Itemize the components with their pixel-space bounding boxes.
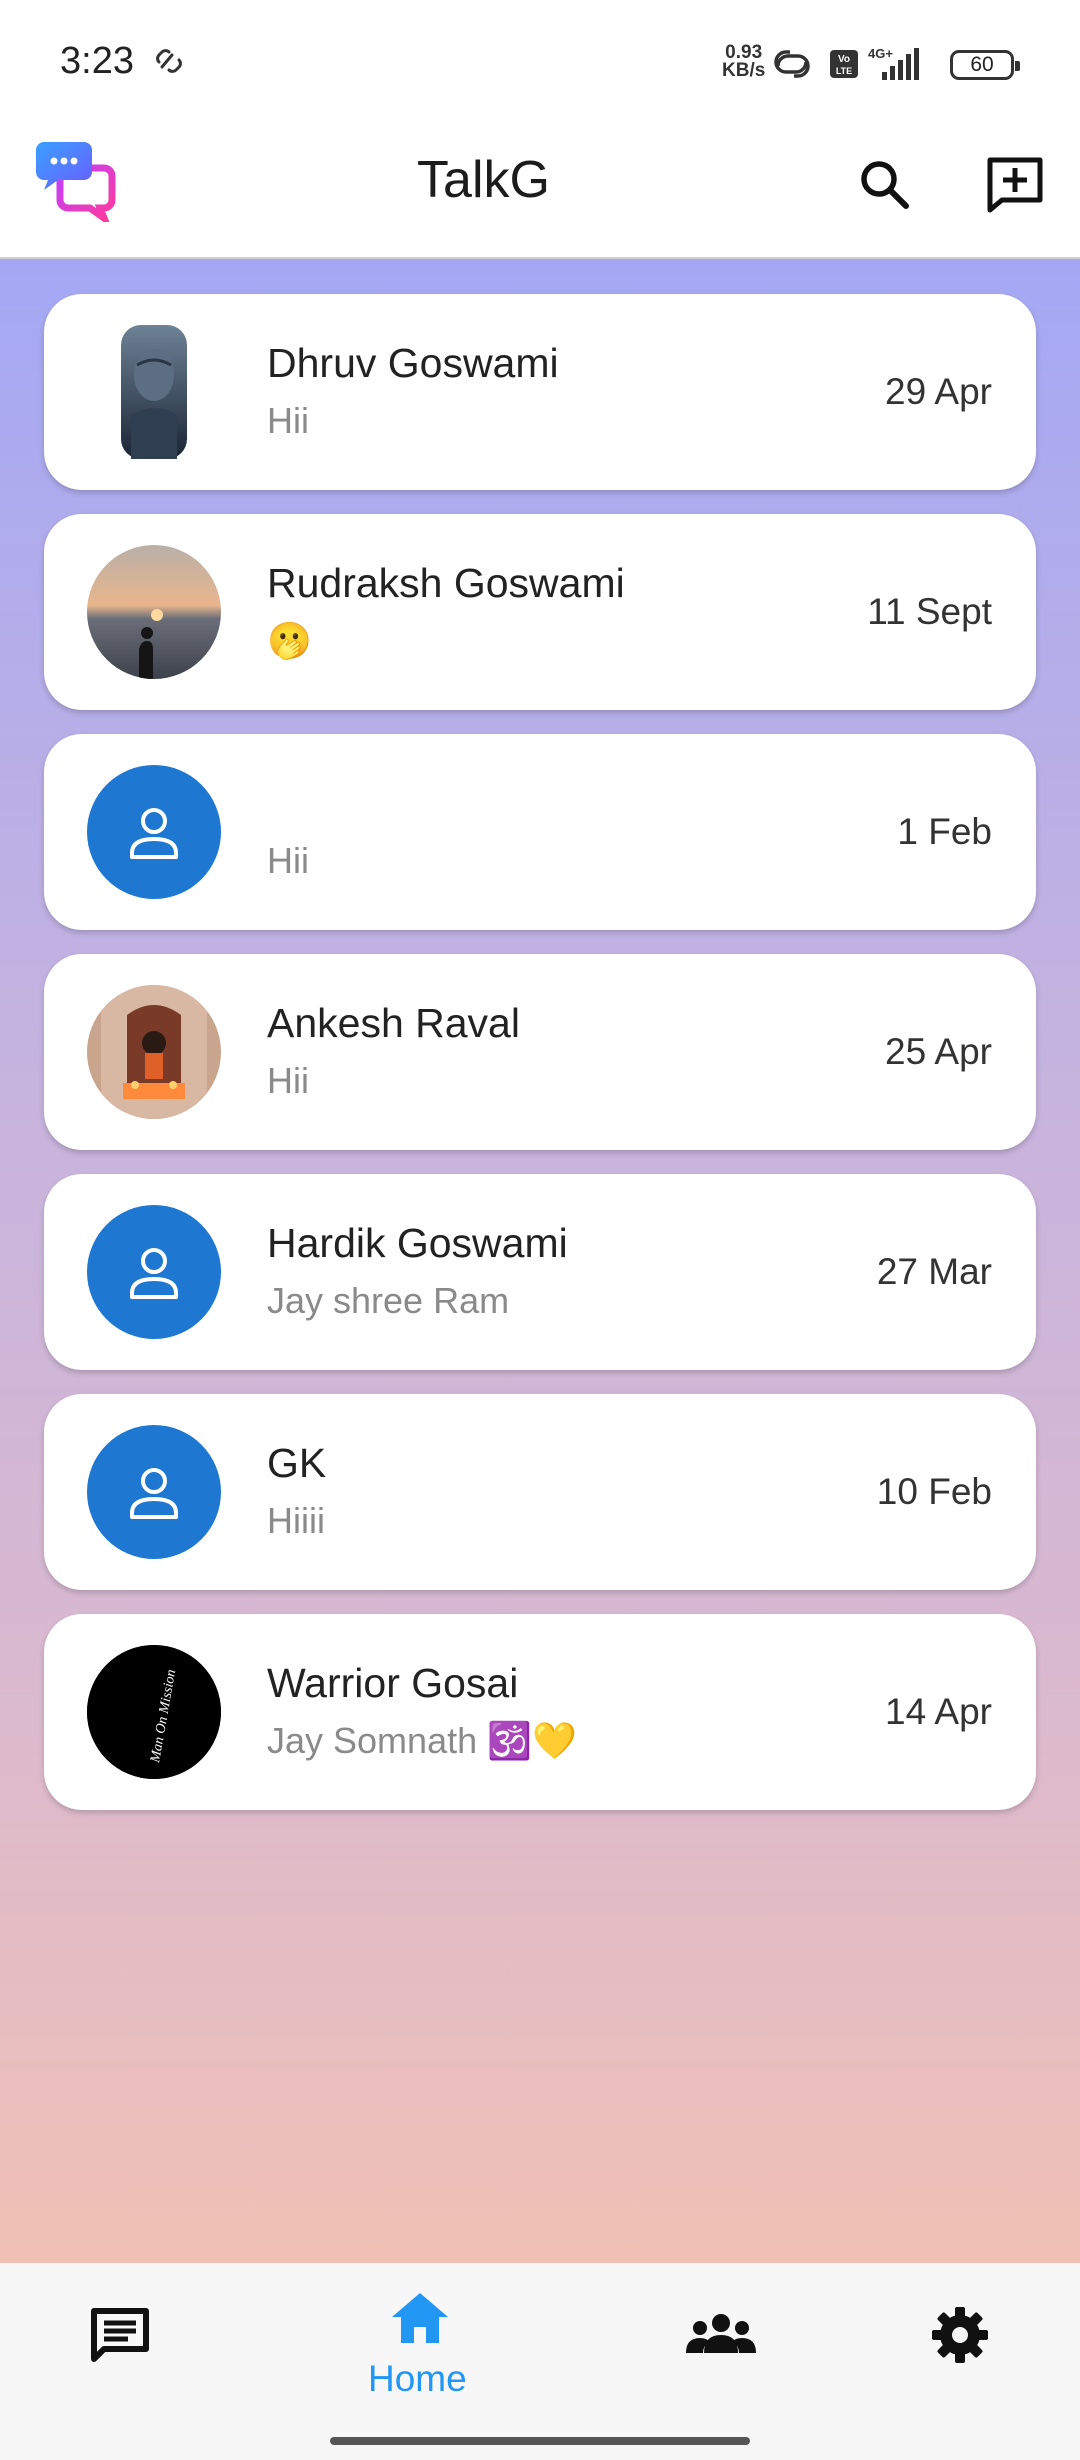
chat-item[interactable]: Man On Mission Warrior Gosai Jay Somnath… — [44, 1614, 1036, 1810]
nav-home[interactable] — [388, 2289, 452, 2352]
shiva-photo-icon — [121, 325, 187, 459]
chat-item[interactable]: Hii 1 Feb — [44, 734, 1036, 930]
person-icon — [130, 808, 178, 859]
bottom-navigation: Home — [0, 2263, 1080, 2460]
avatar — [87, 1425, 221, 1559]
network-speed: 0.93 KB/s — [722, 43, 766, 81]
last-message: 🫢 — [267, 620, 312, 661]
message-date: 1 Feb — [897, 811, 992, 852]
hotspot-icon — [774, 50, 810, 78]
sunset-photo-icon — [87, 545, 221, 679]
last-message: Hii — [267, 1060, 309, 1101]
message-date: 27 Mar — [876, 1251, 992, 1292]
gesture-bar[interactable] — [330, 2437, 750, 2445]
groups-icon — [686, 2314, 756, 2353]
person-icon — [130, 1468, 178, 1519]
message-date: 10 Feb — [876, 1471, 992, 1512]
contact-name: Hardik Goswami — [267, 1220, 568, 1266]
person-icon — [130, 1248, 178, 1299]
nav-chats[interactable] — [88, 2305, 152, 2372]
chat-item[interactable]: Dhruv Goswami Hii 29 Apr — [44, 294, 1036, 490]
search-button[interactable] — [850, 150, 920, 220]
avatar — [87, 545, 221, 679]
chat-list: Dhruv Goswami Hii 29 Apr Rudraksh Goswam… — [0, 259, 1080, 2263]
message-date: 25 Apr — [885, 1031, 992, 1072]
last-message: Hii — [267, 840, 309, 881]
last-message: Hiiii — [267, 1500, 325, 1541]
contact-name: GK — [267, 1440, 327, 1486]
chat-icon — [91, 2308, 149, 2362]
network-speed-unit: KB/s — [722, 60, 766, 81]
svg-text:LTE: LTE — [836, 66, 852, 76]
contact-name: Ankesh Raval — [267, 1000, 520, 1046]
status-time: 3:23 — [60, 40, 134, 82]
network-type-label: 4G+ — [868, 46, 893, 61]
avatar — [87, 985, 221, 1119]
home-icon — [392, 2293, 448, 2343]
settings-icon — [932, 2307, 988, 2363]
nav-groups[interactable] — [686, 2309, 756, 2364]
link-icon — [152, 48, 186, 79]
search-icon — [861, 161, 909, 209]
add-chat-icon — [987, 157, 1043, 213]
nav-settings[interactable] — [930, 2305, 990, 2370]
message-date: 11 Sept — [867, 591, 992, 632]
avatar — [87, 765, 221, 899]
avatar: Man On Mission — [87, 1645, 221, 1779]
last-message: Hii — [267, 400, 309, 441]
contact-name: Dhruv Goswami — [267, 340, 559, 386]
contact-name: Rudraksh Goswami — [267, 560, 625, 606]
new-chat-button[interactable] — [980, 150, 1050, 220]
chat-item[interactable]: GK Hiiii 10 Feb — [44, 1394, 1036, 1590]
nav-home-label[interactable]: Home — [368, 2358, 467, 2400]
battery-indicator: 60 — [950, 50, 1020, 80]
chat-item[interactable]: Rudraksh Goswami 🫢 11 Sept — [44, 514, 1036, 710]
app-title: TalkG — [417, 151, 550, 209]
chat-item[interactable]: Hardik Goswami Jay shree Ram 27 Mar — [44, 1174, 1036, 1370]
chat-item[interactable]: Ankesh Raval Hii 25 Apr — [44, 954, 1036, 1150]
svg-text:Vo: Vo — [838, 54, 850, 65]
last-message: Jay Somnath 🕉️💛 — [267, 1720, 577, 1761]
status-bar: 3:23 0.93 KB/s Vo LTE 4G+ 60 — [0, 0, 1080, 120]
status-icons: Vo LTE 4G+ — [772, 44, 942, 89]
contact-name: Warrior Gosai — [267, 1660, 519, 1706]
last-message: Jay shree Ram — [267, 1280, 510, 1321]
message-date: 14 Apr — [885, 1691, 992, 1732]
avatar — [87, 1205, 221, 1339]
message-date: 29 Apr — [885, 371, 992, 412]
app-bar: TalkG — [0, 120, 1080, 259]
temple-photo-icon — [87, 985, 221, 1119]
avatar — [87, 325, 221, 459]
man-on-mission-logo-icon: Man On Mission — [87, 1645, 221, 1779]
